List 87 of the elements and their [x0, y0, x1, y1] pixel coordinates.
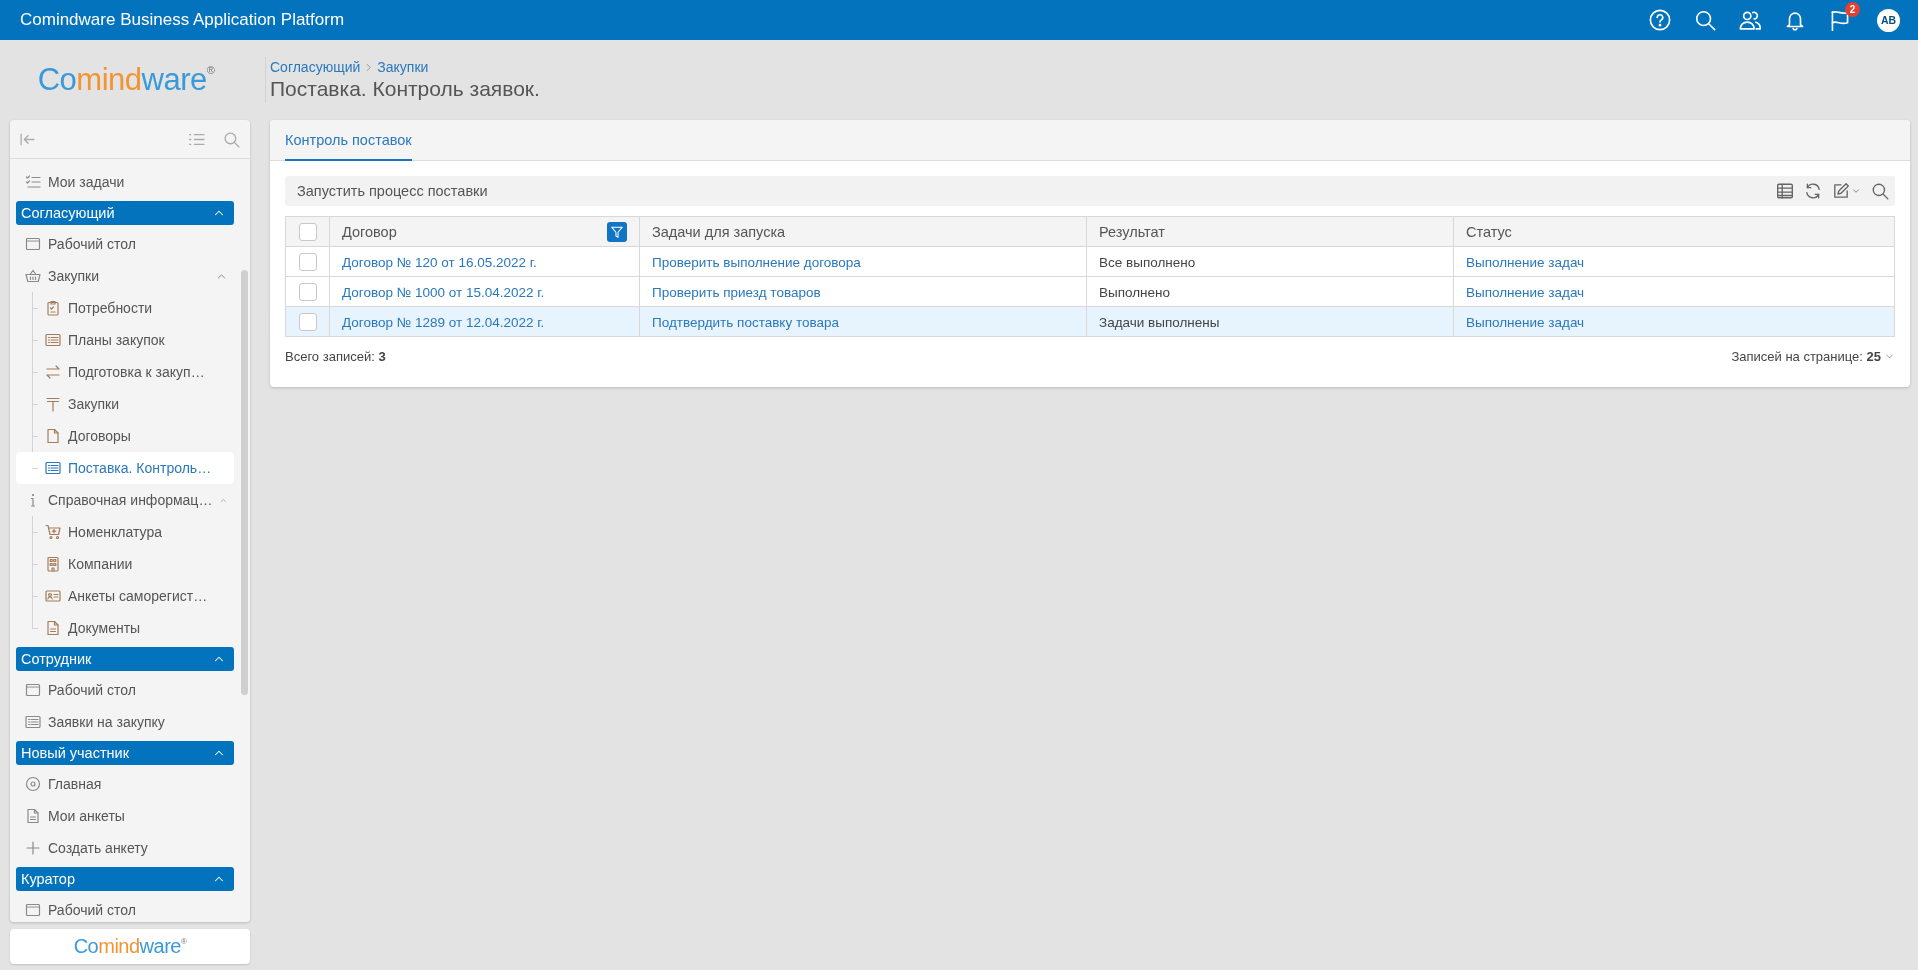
sidebar-item[interactable]: Планы закупок [16, 324, 234, 356]
pencil-icon [1832, 182, 1850, 200]
refresh-icon[interactable] [1804, 182, 1822, 200]
sidebar-item[interactable]: Компании [16, 548, 234, 580]
list-icon [45, 332, 61, 348]
notification-badge: 2 [1845, 2, 1860, 17]
table-cell: Все выполнено [1099, 254, 1196, 270]
sidebar-item[interactable]: Потребности [16, 292, 234, 324]
building-icon [45, 556, 61, 572]
sidebar-item[interactable]: Рабочий стол [16, 894, 234, 922]
table-link[interactable]: Выполнение задач [1466, 314, 1585, 330]
checklist-icon [25, 174, 41, 190]
column-header[interactable]: Статус [1466, 223, 1512, 240]
filter-button[interactable] [607, 221, 627, 242]
sidebar-item[interactable]: Номенклатура [16, 516, 234, 548]
sidebar-group-header[interactable]: Новый участник [16, 741, 234, 765]
cart-icon [45, 524, 61, 540]
tab[interactable]: Контроль поставок [285, 120, 412, 161]
document-icon [45, 620, 61, 636]
filter-icon [610, 224, 624, 239]
help-icon[interactable] [1649, 9, 1671, 31]
row-checkbox[interactable] [298, 312, 317, 331]
target-icon [25, 776, 41, 792]
sidebar-group-header[interactable]: Согласующий [16, 201, 234, 225]
table-icon[interactable] [1776, 182, 1794, 200]
page-size-selector[interactable]: Записей на странице: 25 [1731, 349, 1895, 364]
column-header[interactable]: Результат [1099, 223, 1165, 240]
window-icon [25, 236, 41, 252]
sidebar-item[interactable]: Подготовка к закуп… [16, 356, 234, 388]
sidebar-item[interactable]: Создать анкету [16, 832, 234, 864]
user-avatar[interactable]: AB [1877, 8, 1900, 32]
column-header[interactable]: Задачи для запуска [652, 223, 786, 240]
sidebar-group-header[interactable]: Сотрудник [16, 647, 234, 671]
clipboard-icon [45, 300, 61, 316]
total-records: Всего записей: 3 [285, 349, 386, 364]
basket-icon [25, 268, 41, 284]
row-checkbox[interactable] [298, 252, 317, 271]
table-row[interactable]: Договор № 1289 от 12.04.2022 г. Подтвердить поставку товара Задачи выполнены Выполнение задач [285, 306, 1895, 337]
flag-icon[interactable] [1829, 9, 1851, 31]
sidebar-group-header[interactable]: Куратор [16, 867, 234, 891]
start-process-button[interactable]: Запустить процесс поставки [285, 176, 500, 206]
plus-icon [25, 840, 41, 856]
document-icon [45, 428, 61, 444]
sidebar-item[interactable]: Анкеты саморегист… [16, 580, 234, 612]
sidebar-item[interactable]: Рабочий стол [16, 228, 234, 260]
bell-icon[interactable] [1784, 9, 1806, 31]
sidebar-item[interactable]: Справочная информац… [16, 484, 234, 516]
column-header[interactable]: Договор [342, 223, 397, 240]
edit-menu-button[interactable] [1832, 182, 1861, 200]
scrollbar[interactable] [241, 270, 248, 695]
app-title: Comindware Business Application Platform [20, 10, 346, 30]
swap-arrows-icon [45, 364, 61, 380]
breadcrumb-link[interactable]: Закупки [377, 59, 429, 75]
sidebar-item[interactable]: Закупки [16, 388, 234, 420]
table-cell: Задачи выполнены [1099, 314, 1220, 330]
search-icon[interactable] [1871, 182, 1889, 200]
sidebar-item[interactable]: Заявки на закупку [16, 706, 234, 738]
row-checkbox[interactable] [298, 282, 317, 301]
sidebar-item[interactable]: Договоры [16, 420, 234, 452]
table-link[interactable]: Выполнение задач [1466, 284, 1585, 300]
id-card-icon [45, 588, 61, 604]
list-icon [25, 714, 41, 730]
window-icon [25, 902, 41, 918]
sidebar-item[interactable]: Закупки [16, 260, 234, 292]
sidebar-item[interactable]: Мои задачи [16, 166, 234, 198]
page-title: Поставка. Контроль заявок. [270, 77, 541, 101]
select-all-checkbox[interactable] [298, 222, 317, 241]
window-icon [25, 682, 41, 698]
sidebar-item[interactable]: Поставка. Контроль… [16, 452, 234, 484]
breadcrumb-link[interactable]: Согласующий [270, 59, 361, 75]
sidebar-item[interactable]: Документы [16, 612, 234, 644]
brand-logo: Comindware$^{®}$ [73, 935, 187, 958]
table-row[interactable]: Договор № 120 от 16.05.2022 г. Проверить выполнение договора Все выполнено Выполнение задач [285, 246, 1895, 277]
tee-icon [45, 396, 61, 412]
table-row[interactable]: Договор № 1000 от 15.04.2022 г. Проверить приезд товаров Выполнено Выполнение задач [285, 276, 1895, 307]
sidebar-item[interactable]: Мои анкеты [16, 800, 234, 832]
sidebar-item[interactable]: Рабочий стол [16, 674, 234, 706]
table-link[interactable]: Проверить приезд товаров [652, 284, 821, 300]
caret-icon [1851, 186, 1861, 196]
document-icon [25, 808, 41, 824]
table-cell: Выполнено [1099, 284, 1171, 300]
sidebar-item[interactable]: Главная [16, 768, 234, 800]
list-icon [45, 460, 61, 476]
table-link[interactable]: Выполнение задач [1466, 254, 1585, 270]
users-icon[interactable] [1739, 9, 1761, 31]
brand-logo: Comindware$^{®}$ [37, 62, 215, 98]
search-icon[interactable] [1694, 9, 1716, 31]
